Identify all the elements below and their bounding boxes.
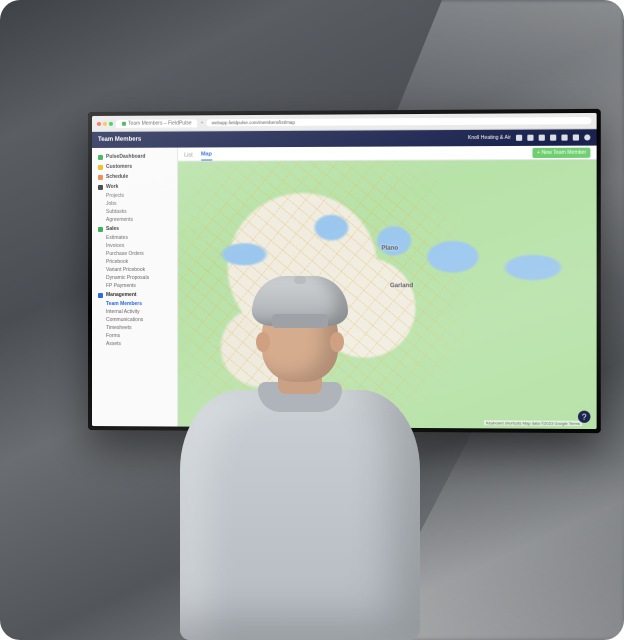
close-icon[interactable] [97, 121, 101, 125]
person-foreground [160, 280, 440, 640]
help-icon[interactable] [561, 135, 567, 141]
plus-icon[interactable] [516, 135, 522, 141]
section-label: Management [106, 292, 137, 298]
page-title: Team Members [98, 137, 141, 143]
tab-title: Team Members – FieldPulse [128, 120, 192, 126]
nav-section[interactable]: PulseDashboard [96, 152, 177, 162]
address-bar[interactable]: webapp.fieldpulse.com/members/list/map [207, 117, 592, 126]
section-icon [98, 293, 103, 298]
section-label: Schedule [106, 174, 128, 180]
nav-section[interactable]: Sales [96, 224, 177, 234]
header-actions: Knoll Heating & Air [468, 134, 591, 141]
nav-item[interactable]: Jobs [96, 200, 177, 208]
section-icon [98, 184, 103, 189]
section-icon [98, 154, 103, 159]
browser-tab[interactable]: Team Members – FieldPulse [116, 119, 198, 127]
add-team-member-button[interactable]: + New Team Member [533, 148, 591, 158]
nav-section[interactable]: Customers [96, 162, 177, 172]
url-text: webapp.fieldpulse.com/members/list/map [212, 120, 295, 126]
cap-button [294, 276, 306, 284]
window-controls[interactable] [97, 121, 113, 125]
new-tab-icon[interactable]: + [201, 120, 204, 126]
nav-item[interactable]: Agreements [96, 216, 177, 224]
nav-item[interactable]: Invoices [96, 242, 177, 250]
nav-item[interactable]: Purchase Orders [96, 250, 177, 258]
maximize-icon[interactable] [109, 121, 113, 125]
search-icon[interactable] [539, 135, 545, 141]
help-fab-icon[interactable]: ? [578, 411, 590, 423]
tab-map[interactable]: Map [201, 149, 212, 160]
gear-icon[interactable] [573, 134, 579, 140]
section-label: PulseDashboard [106, 154, 145, 160]
nav-item[interactable]: Estimates [96, 234, 177, 242]
person-ear-right [330, 332, 344, 352]
nav-item[interactable]: Subtasks [96, 208, 177, 216]
favicon-icon [122, 121, 126, 125]
cap-strap [272, 314, 328, 328]
section-label: Sales [106, 226, 119, 232]
person-torso [180, 390, 420, 640]
nav-section[interactable]: Work [96, 182, 177, 192]
map-city-label: Plano [381, 246, 398, 252]
map-attribution[interactable]: Keyboard shortcuts Map data ©2023 Google… [484, 420, 582, 426]
nav-item[interactable]: Pricebook [96, 258, 177, 266]
section-icon [98, 164, 103, 169]
minimize-icon[interactable] [103, 121, 107, 125]
nav-section[interactable]: Schedule [96, 172, 177, 182]
section-icon [98, 226, 103, 231]
person-ear-left [256, 332, 270, 352]
section-icon [98, 174, 103, 179]
section-label: Customers [106, 164, 132, 170]
company-name[interactable]: Knoll Heating & Air [468, 135, 511, 141]
timer-icon[interactable] [527, 135, 533, 141]
nav-item[interactable]: Projects [96, 192, 177, 200]
nav-item[interactable]: Variant Pricebook [96, 266, 177, 274]
bell-icon[interactable] [550, 135, 556, 141]
avatar[interactable] [584, 134, 590, 140]
section-label: Work [106, 184, 118, 190]
tab-list[interactable]: List [184, 151, 193, 161]
